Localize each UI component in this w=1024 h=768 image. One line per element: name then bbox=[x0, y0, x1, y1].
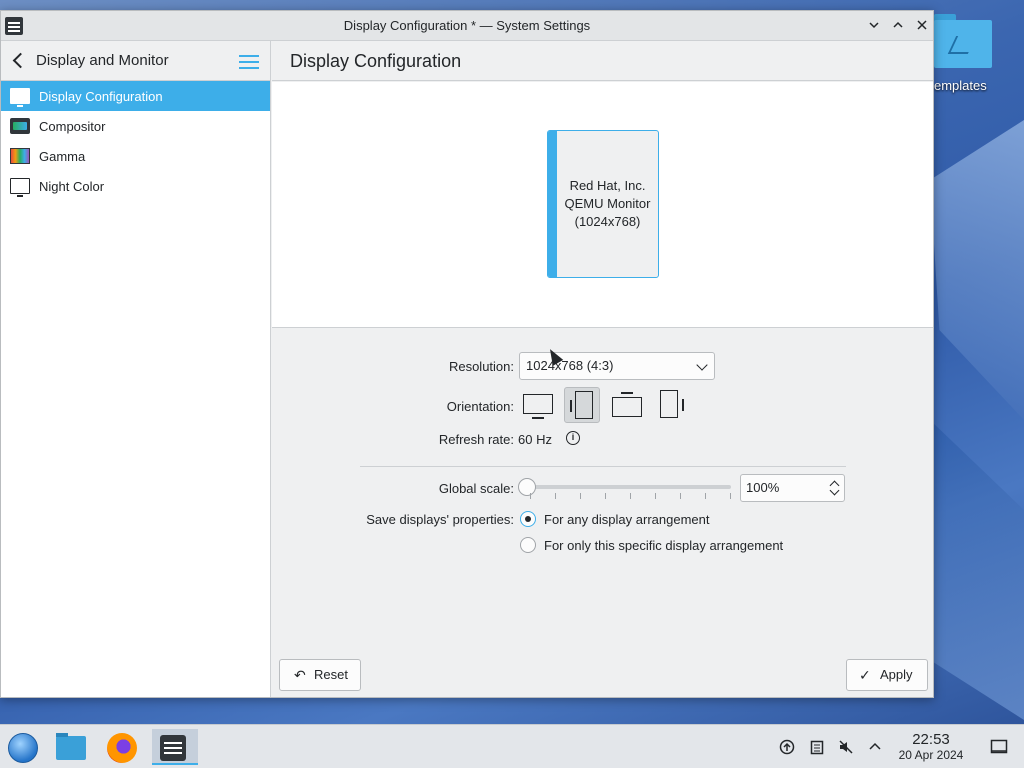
clipboard-icon[interactable] bbox=[809, 739, 825, 755]
sidebar-item-compositor[interactable]: Compositor bbox=[1, 111, 270, 141]
sidebar-item-night-color[interactable]: Night Color bbox=[1, 171, 270, 201]
monitor-icon bbox=[10, 178, 30, 197]
firefox-button[interactable] bbox=[101, 729, 141, 765]
slider-tick bbox=[680, 493, 681, 499]
save-properties-label: Save displays' properties: bbox=[366, 512, 514, 527]
compositor-icon bbox=[10, 118, 30, 134]
close-icon[interactable] bbox=[913, 17, 931, 35]
slider-tick bbox=[580, 493, 581, 499]
clock-time[interactable]: 22:53 bbox=[896, 731, 966, 748]
screen-tile-label: Red Hat, Inc. QEMU Monitor (1024x768) bbox=[564, 178, 651, 229]
spin-down-icon[interactable] bbox=[829, 485, 840, 496]
orientation-landscape-button[interactable] bbox=[519, 387, 555, 423]
back-arrow-icon[interactable] bbox=[9, 51, 29, 71]
slider-tick bbox=[655, 493, 656, 499]
global-scale-slider-track[interactable] bbox=[527, 485, 731, 489]
file-manager-button[interactable] bbox=[50, 729, 90, 765]
slider-tick bbox=[730, 493, 731, 499]
sidebar-item-label: Night Color bbox=[39, 178, 105, 194]
taskbar bbox=[0, 724, 1024, 768]
clock-date[interactable]: 20 Apr 2024 bbox=[890, 748, 972, 762]
global-scale-value: 100% bbox=[746, 480, 780, 495]
orientation-portrait-right-button[interactable] bbox=[654, 387, 690, 423]
window-titlebar[interactable]: Display Configuration * — System Setting… bbox=[1, 11, 933, 41]
refresh-rate-label: Refresh rate: bbox=[438, 432, 514, 447]
slider-tick bbox=[605, 493, 606, 499]
volume-muted-icon[interactable] bbox=[838, 739, 854, 755]
orientation-flipped-button[interactable] bbox=[609, 387, 645, 423]
main-panel: Display Configuration Red Hat, Inc. QEMU… bbox=[272, 41, 933, 697]
orientation-label: Orientation: bbox=[446, 399, 514, 414]
radio-any-arrangement[interactable] bbox=[520, 511, 536, 527]
slider-tick bbox=[630, 493, 631, 499]
radio-specific-arrangement[interactable] bbox=[520, 537, 536, 553]
wallpaper-shape bbox=[930, 420, 1024, 720]
desktop-folder-icon[interactable] bbox=[934, 14, 992, 70]
separator bbox=[360, 466, 846, 467]
page-title: Display Configuration bbox=[290, 51, 462, 71]
display-arrangement-area: Red Hat, Inc. QEMU Monitor (1024x768) bbox=[272, 82, 933, 328]
desktop-folder-label[interactable]: emplates bbox=[934, 78, 987, 93]
system-settings-window: Display Configuration * — System Setting… bbox=[0, 10, 934, 698]
refresh-rate-value: 60 Hz bbox=[518, 432, 552, 447]
firefox-icon bbox=[107, 733, 137, 763]
start-menu-button[interactable] bbox=[2, 729, 42, 765]
sidebar-title: Display and Monitor bbox=[36, 52, 169, 69]
sidebar-item-label: Display Configuration bbox=[39, 88, 163, 104]
reset-button[interactable]: ↶ Reset bbox=[279, 659, 361, 691]
sidebar-item-display-configuration[interactable]: Display Configuration bbox=[1, 81, 270, 111]
window-title: Display Configuration * — System Setting… bbox=[343, 18, 591, 33]
minimize-icon[interactable] bbox=[865, 17, 883, 35]
maximize-icon[interactable] bbox=[889, 17, 907, 35]
global-scale-slider-handle[interactable] bbox=[518, 478, 536, 496]
global-scale-label: Global scale: bbox=[438, 481, 514, 496]
checkmark-icon: ✓ bbox=[859, 667, 871, 683]
reset-icon: ↶ bbox=[294, 667, 306, 683]
monitor-icon bbox=[10, 88, 30, 107]
system-settings-icon bbox=[160, 735, 186, 761]
apply-button[interactable]: ✓ Apply bbox=[846, 659, 928, 691]
file-manager-icon bbox=[56, 733, 86, 760]
updates-icon[interactable] bbox=[779, 739, 795, 755]
show-desktop-icon[interactable] bbox=[990, 739, 1008, 755]
radio-any-arrangement-label[interactable]: For any display arrangement bbox=[544, 512, 709, 527]
hamburger-menu-icon[interactable] bbox=[239, 54, 259, 70]
radio-specific-arrangement-label[interactable]: For only this specific display arrangeme… bbox=[544, 538, 783, 553]
sidebar-item-gamma[interactable]: Gamma bbox=[1, 141, 270, 171]
system-settings-task[interactable] bbox=[152, 729, 198, 765]
chevron-down-icon bbox=[696, 359, 708, 371]
slider-tick bbox=[705, 493, 706, 499]
orientation-portrait-button[interactable] bbox=[564, 387, 600, 423]
start-menu-icon bbox=[8, 733, 38, 763]
global-scale-spinbox[interactable]: 100% bbox=[740, 474, 845, 502]
slider-tick bbox=[555, 493, 556, 499]
wallpaper-shape bbox=[930, 120, 1024, 420]
screen-tile[interactable]: Red Hat, Inc. QEMU Monitor (1024x768) bbox=[547, 130, 659, 278]
resolution-value: 1024x768 (4:3) bbox=[526, 358, 614, 373]
gamma-icon bbox=[10, 148, 30, 164]
sidebar: Display and Monitor Display Configuratio… bbox=[1, 41, 271, 697]
tray-expand-icon[interactable] bbox=[867, 739, 883, 755]
sidebar-header: Display and Monitor bbox=[1, 41, 270, 81]
resolution-label: Resolution: bbox=[448, 359, 514, 374]
sidebar-item-label: Gamma bbox=[39, 148, 86, 164]
info-icon[interactable]: i bbox=[566, 431, 580, 445]
main-header: Display Configuration bbox=[272, 41, 933, 81]
slider-tick bbox=[530, 493, 531, 499]
sidebar-item-label: Compositor bbox=[39, 118, 106, 134]
